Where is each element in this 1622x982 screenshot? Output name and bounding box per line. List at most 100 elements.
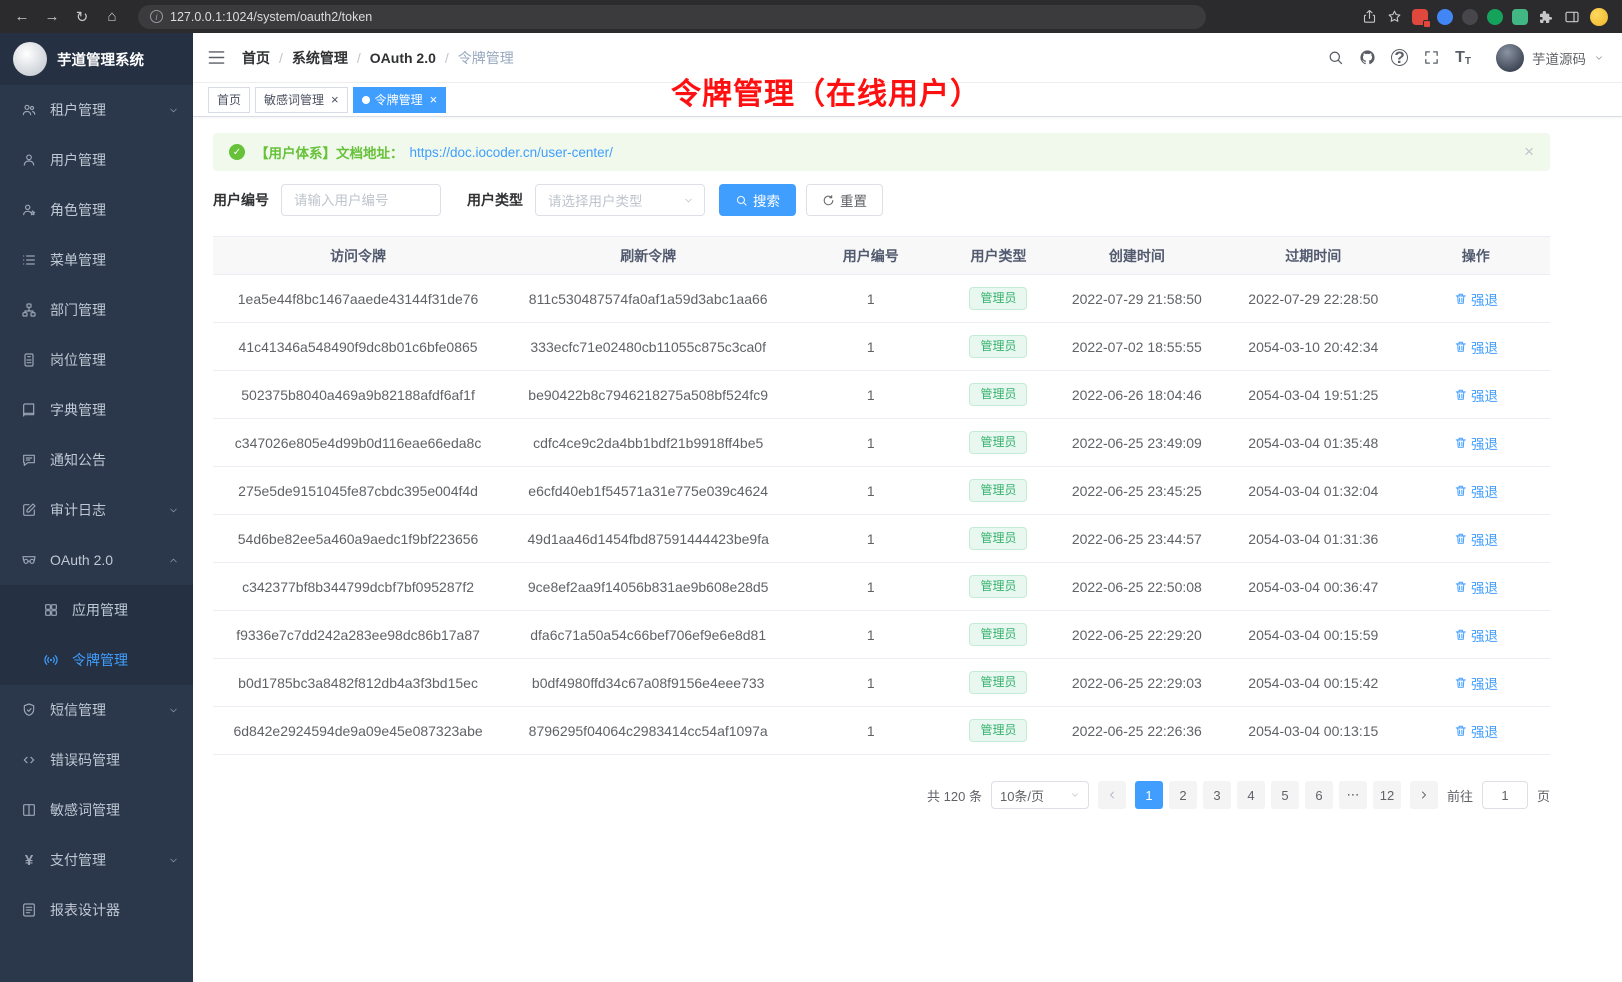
sidebar-item-role[interactable]: 角色管理	[0, 185, 193, 235]
create-time-cell: 2022-07-02 18:55:55	[1049, 323, 1225, 371]
tree-icon	[20, 302, 38, 318]
breadcrumb-item[interactable]: 首页	[242, 48, 270, 68]
breadcrumb: 首页/系统管理/OAuth 2.0/令牌管理	[242, 48, 514, 68]
page-button-1[interactable]: 1	[1135, 781, 1163, 809]
user-id-cell: 1	[793, 419, 948, 467]
table-header-cell: 用户类型	[948, 237, 1048, 275]
fullscreen-icon[interactable]	[1423, 49, 1440, 66]
goto-suffix: 页	[1537, 786, 1550, 805]
alert-link[interactable]: https://doc.iocoder.cn/user-center/	[410, 145, 613, 160]
page-button-3[interactable]: 3	[1203, 781, 1231, 809]
page-button-2[interactable]: 2	[1169, 781, 1197, 809]
next-page-button[interactable]	[1410, 781, 1438, 809]
sidebar-item-user[interactable]: 用户管理	[0, 135, 193, 185]
extension-dark-icon[interactable]	[1462, 9, 1478, 25]
breadcrumb-item[interactable]: OAuth 2.0	[370, 50, 436, 66]
refresh-token-cell: cdfc4ce9c2da4bb1bdf21b9918ff4be5	[503, 419, 793, 467]
search-button[interactable]: 搜索	[719, 184, 796, 216]
sidebar-item-audit-log[interactable]: 审计日志	[0, 485, 193, 535]
goto-page-input[interactable]	[1482, 781, 1528, 809]
page-more-button[interactable]: ⋯	[1339, 781, 1367, 809]
force-logout-button[interactable]: 强退	[1454, 433, 1499, 453]
table-row: 1ea5e44f8bc1467aaede43144f31de76811c5304…	[213, 275, 1550, 323]
page-button-5[interactable]: 5	[1271, 781, 1299, 809]
extension-blue-icon[interactable]	[1437, 9, 1453, 25]
sidebar-item-report-designer[interactable]: 报表设计器	[0, 885, 193, 935]
oauth-icon	[20, 552, 38, 568]
sidebar-item-oauth2-app[interactable]: 应用管理	[0, 585, 193, 635]
user-type-select[interactable]: 请选择用户类型	[535, 184, 705, 216]
question-icon[interactable]: ?	[1391, 49, 1408, 66]
app-icon	[42, 602, 60, 618]
search-icon[interactable]	[1327, 49, 1344, 66]
alert-banner: ✓ 【用户体系】文档地址： https://doc.iocoder.cn/use…	[213, 133, 1550, 171]
close-icon[interactable]: ×	[430, 93, 438, 106]
user-menu[interactable]: 芋道源码	[1496, 44, 1604, 72]
user-type-tag: 管理员	[969, 575, 1027, 597]
sidebar-item-post[interactable]: 岗位管理	[0, 335, 193, 385]
sidebar-item-menu[interactable]: 菜单管理	[0, 235, 193, 285]
sidebar-item-oauth2[interactable]: OAuth 2.0	[0, 535, 193, 585]
github-icon[interactable]	[1359, 49, 1376, 66]
sidebar-item-dept[interactable]: 部门管理	[0, 285, 193, 335]
alert-close-icon[interactable]: ×	[1524, 142, 1534, 162]
home-icon[interactable]: ⌂	[100, 8, 124, 25]
total-count: 共 120 条	[927, 786, 982, 805]
sidebar-item-sensitive-word[interactable]: 敏感词管理	[0, 785, 193, 835]
user-type-label: 用户类型	[467, 190, 523, 210]
close-icon[interactable]: ×	[331, 93, 339, 106]
hamburger-icon[interactable]	[207, 48, 226, 67]
force-logout-button[interactable]: 强退	[1454, 289, 1499, 309]
sidebar-item-tenant[interactable]: 租户管理	[0, 85, 193, 135]
extension-green-icon[interactable]	[1487, 9, 1503, 25]
bookmark-star-icon[interactable]	[1387, 9, 1402, 24]
force-logout-button[interactable]: 强退	[1454, 481, 1499, 501]
share-icon[interactable]	[1362, 9, 1377, 24]
back-icon[interactable]: ←	[10, 8, 34, 25]
force-logout-button[interactable]: 强退	[1454, 577, 1499, 597]
force-logout-button[interactable]: 强退	[1454, 337, 1499, 357]
browser-profile-avatar[interactable]	[1590, 8, 1608, 26]
sidebar-item-notice[interactable]: 通知公告	[0, 435, 193, 485]
puzzle-icon[interactable]	[1538, 9, 1554, 25]
force-logout-button[interactable]: 强退	[1454, 721, 1499, 741]
tab-sensitive-word[interactable]: 敏感词管理×	[255, 87, 348, 113]
user-id-input[interactable]	[281, 184, 441, 216]
forward-icon[interactable]: →	[40, 8, 64, 25]
reset-button[interactable]: 重置	[806, 184, 883, 216]
access-token-cell: 1ea5e44f8bc1467aaede43144f31de76	[213, 275, 503, 323]
page-button-4[interactable]: 4	[1237, 781, 1265, 809]
trash-icon	[1454, 388, 1468, 402]
force-logout-button[interactable]: 强退	[1454, 625, 1499, 645]
side-panel-icon[interactable]	[1564, 9, 1580, 25]
force-logout-button[interactable]: 强退	[1454, 529, 1499, 549]
create-time-cell: 2022-06-25 22:26:36	[1049, 707, 1225, 755]
extension-red-icon[interactable]	[1412, 9, 1428, 25]
sidebar-item-oauth2-token[interactable]: 令牌管理	[0, 635, 193, 685]
user-id-cell: 1	[793, 659, 948, 707]
page-size-select[interactable]: 10条/页	[991, 781, 1089, 809]
extension-badge	[1423, 20, 1431, 28]
logo-avatar-image	[13, 42, 47, 76]
extension-vue-icon[interactable]	[1512, 9, 1528, 25]
sidebar-item-sms[interactable]: 短信管理	[0, 685, 193, 735]
sidebar-item-dict[interactable]: 字典管理	[0, 385, 193, 435]
url-bar[interactable]: i 127.0.0.1:1024/system/oauth2/token	[138, 5, 1206, 29]
force-logout-button[interactable]: 强退	[1454, 673, 1499, 693]
create-time-cell: 2022-06-25 23:44:57	[1049, 515, 1225, 563]
table-row: 6d842e2924594de9a09e45e087323abe8796295f…	[213, 707, 1550, 755]
force-logout-button[interactable]: 强退	[1454, 385, 1499, 405]
sidebar-item-pay[interactable]: ¥支付管理	[0, 835, 193, 885]
user-type-tag: 管理员	[969, 431, 1027, 453]
page-button-12[interactable]: 12	[1373, 781, 1401, 809]
breadcrumb-item[interactable]: 系统管理	[292, 48, 348, 68]
prev-page-button[interactable]	[1098, 781, 1126, 809]
sidebar-item-error-code[interactable]: 错误码管理	[0, 735, 193, 785]
tab-token[interactable]: 令牌管理×	[353, 87, 447, 113]
app-logo[interactable]: 芋道管理系统	[0, 33, 193, 85]
font-size-icon[interactable]: TT	[1455, 49, 1471, 67]
tab-home[interactable]: 首页	[208, 87, 250, 113]
page-button-6[interactable]: 6	[1305, 781, 1333, 809]
reload-icon[interactable]: ↻	[70, 8, 94, 26]
info-icon[interactable]: i	[150, 10, 163, 23]
